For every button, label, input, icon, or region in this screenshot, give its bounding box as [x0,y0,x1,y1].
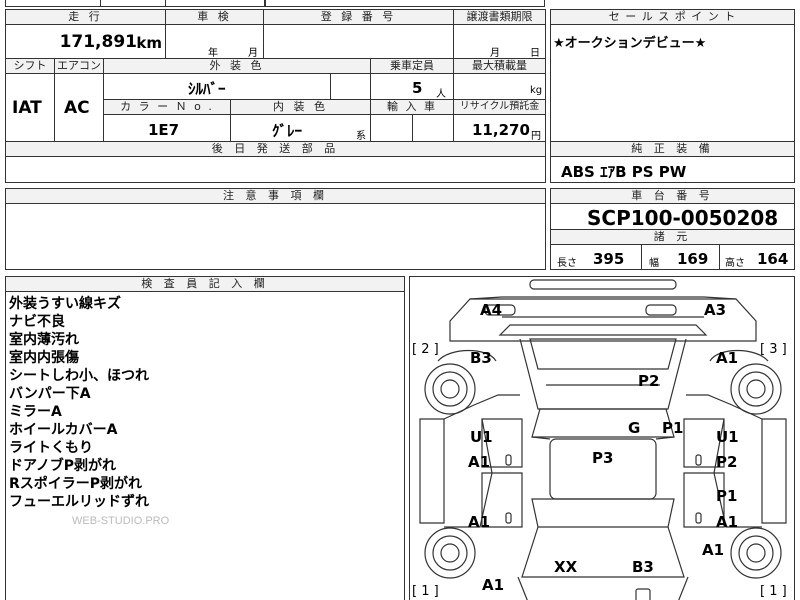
caution-header: 注 意 事 項 欄 [6,189,545,204]
inspector-note: ライトくもり [9,440,93,456]
color-no-value: 1E7 [148,121,180,139]
inspection-year-label: 年 [208,48,218,59]
damage-label: A1 [468,513,491,531]
color-no-header: カ ラ ー Ｎ o . [103,99,231,115]
damage-label: B3 [632,558,654,576]
transfer-deadline-header: 譲渡書類期限 [454,10,545,25]
aircon-header: エアコン [54,58,104,74]
position-marker-1-right: [ 1 ] [760,584,787,599]
aircon-value: AC [64,98,90,118]
damage-label: A4 [480,301,503,319]
mileage-header: 走 行 [6,10,165,25]
specs-width-value: 169 [677,250,709,268]
inspector-note: 室内内張傷 [9,350,79,366]
damage-label: A3 [704,301,727,319]
damage-label: XX [554,558,578,576]
sales-point-cell: セ ー ル ス ポ イ ン ト ★オークションデビュー★ [550,9,795,142]
damage-label: A1 [716,513,739,531]
later-parts-cell: 後 日 発 送 部 品 [5,141,546,183]
transfer-day-label: 日 [530,48,540,59]
chassis-value: SCP100-0050208 [587,206,779,230]
specs-length-label: 長さ [557,258,577,269]
top-cut-strip-right [265,0,545,7]
import-car-header: 輸 入 車 [370,99,454,115]
chassis-header: 車 台 番 号 [551,189,794,204]
damage-label: P2 [638,372,660,390]
inspection-header: 車 検 [166,10,263,25]
shift-header: シフト [5,58,55,74]
position-marker-1-left: [ 1 ] [412,584,439,599]
top-cut-strip [5,0,265,7]
damage-label: U1 [470,428,493,446]
transfer-deadline-cell: 譲渡書類期限 月 日 [453,9,546,59]
specs-header: 諸 元 [551,230,794,245]
inspector-note: ナビ不良 [9,314,65,330]
max-load-unit: kg [530,85,543,96]
damage-label: P2 [716,453,738,471]
interior-color-suffix: 系 [356,131,366,142]
damage-label: A1 [716,349,739,367]
position-marker-2: [ 2 ] [412,342,439,357]
inspector-note: RスポイラーP剥がれ [9,476,143,492]
sales-point-header: セ ー ル ス ポ イ ン ト [551,10,794,25]
damage-label: A1 [702,541,725,559]
watermark: WEB-STUDIO.PRO [72,515,170,527]
specs-length-value: 395 [593,250,625,268]
specs-height-label: 高さ [725,258,745,269]
damage-label: P1 [662,419,684,437]
inspector-note: バンパー下A [9,386,91,402]
genuine-equipment-value: ABS ｴｱB PS PW [561,163,687,181]
inspector-note: シートしわ小、ほつれ [9,368,149,384]
capacity-header: 乗車定員 [370,58,454,74]
car-diagram: [ 2 ] [ 3 ] [ 1 ] [ 1 ] A4 A3 B3 A1 P2 G… [409,276,795,600]
transfer-month-label: 月 [490,48,500,59]
inspector-note: ミラーA [9,404,62,420]
inspector-notes-cell: 検 査 員 記 入 欄 外装うすい線キズ ナビ不良 室内薄汚れ 室内内張傷 シー… [5,276,405,600]
inspector-notes-list: 外装うすい線キズ ナビ不良 室内薄汚れ 室内内張傷 シートしわ小、ほつれ バンパ… [9,295,149,511]
damage-label: G [628,419,641,437]
inspector-note: ホイールカバーA [9,422,118,438]
later-parts-header: 後 日 発 送 部 品 [6,142,545,157]
genuine-equipment-header: 純 正 装 備 [551,142,794,157]
inspector-note: ドアノブP剥がれ [9,458,117,474]
mileage-unit: km [136,34,162,52]
genuine-equipment-cell: 純 正 装 備 ABS ｴｱB PS PW [550,141,795,183]
recycle-unit: 円 [531,131,541,142]
capacity-value: 5 [412,79,423,97]
shift-value: IAT [12,98,42,118]
sales-point-text: ★オークションデビュー★ [553,36,707,51]
recycle-value: 11,270 [472,121,530,139]
recycle-header: リサイクル預託金 [453,99,546,115]
caution-cell: 注 意 事 項 欄 [5,188,546,270]
inspector-notes-header: 検 査 員 記 入 欄 [6,277,404,292]
specs-height-value: 164 [757,250,789,268]
inspection-cell: 車 検 年 月 [165,9,264,59]
capacity-unit: 人 [436,89,446,100]
damage-label: B3 [470,349,492,367]
exterior-color-header: 外 装 色 [103,58,371,74]
mileage-cell: 走 行 171,891 km [5,9,166,59]
interior-color-header: 内 装 色 [230,99,371,115]
registration-header: 登 録 番 号 [264,10,453,25]
damage-label: P3 [592,449,614,467]
chassis-cell: 車 台 番 号 SCP100-0050208 [550,188,795,230]
inspector-note: フューエルリッドずれ [9,494,149,510]
damage-label: A1 [468,453,491,471]
mileage-value: 171,891 [59,32,137,52]
damage-label: U1 [716,428,739,446]
specs-width-label: 幅 [649,258,659,269]
specs-cell: 諸 元 長さ 395 幅 169 高さ 164 [550,229,795,270]
inspection-month-label: 月 [248,48,258,59]
damage-label: A1 [482,576,505,594]
exterior-color-value: ｼﾙﾊﾞｰ [188,80,226,98]
registration-cell: 登 録 番 号 [263,9,454,59]
inspector-note: 室内薄汚れ [9,332,79,348]
max-load-header: 最大積載量 [453,58,546,74]
damage-label: P1 [716,487,738,505]
inspector-note: 外装うすい線キズ [9,296,121,312]
position-marker-3: [ 3 ] [760,342,787,357]
interior-color-value: ｸﾞﾚｰ [272,122,303,140]
